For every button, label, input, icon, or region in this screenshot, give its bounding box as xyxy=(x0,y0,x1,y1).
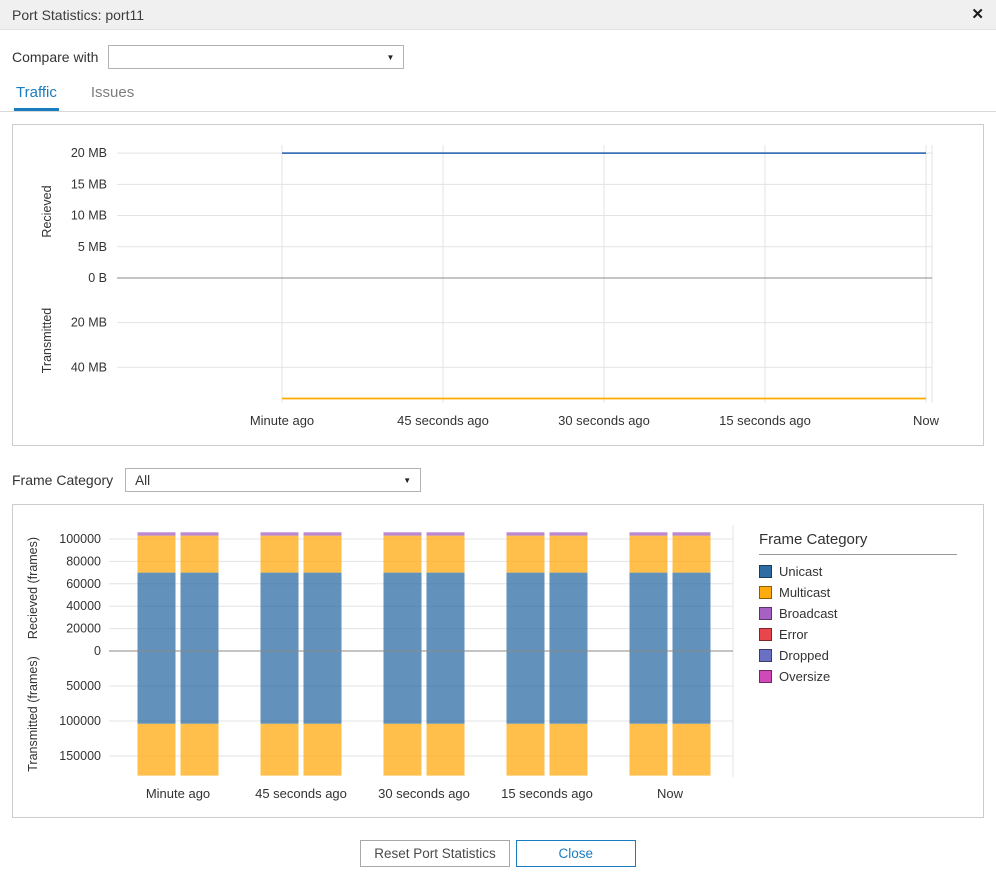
tab-traffic[interactable]: Traffic xyxy=(14,77,59,111)
legend-label: Dropped xyxy=(779,648,829,663)
dialog-title: Port Statistics: port11 xyxy=(12,7,144,23)
legend-swatch xyxy=(759,586,772,599)
legend-swatch xyxy=(759,670,772,683)
dialog-footer: Reset Port Statistics Close xyxy=(12,840,984,867)
svg-text:40000: 40000 xyxy=(66,599,101,613)
legend-item-unicast[interactable]: Unicast xyxy=(759,564,957,579)
svg-text:Minute ago: Minute ago xyxy=(146,786,210,801)
compare-with-label: Compare with xyxy=(12,49,98,65)
chevron-down-icon: ▼ xyxy=(386,53,394,62)
compare-with-row: Compare with ▼ xyxy=(12,45,984,69)
legend-item-oversize[interactable]: Oversize xyxy=(759,669,957,684)
frame-category-label: Frame Category xyxy=(12,472,113,488)
tab-issues[interactable]: Issues xyxy=(89,77,136,111)
chevron-down-icon: ▼ xyxy=(403,476,411,485)
legend-item-dropped[interactable]: Dropped xyxy=(759,648,957,663)
svg-text:30 seconds ago: 30 seconds ago xyxy=(378,786,470,801)
frames-chart-svg: 100000 80000 60000 40000 20000 0 50000 100000 15… xyxy=(17,511,759,811)
legend-label: Broadcast xyxy=(779,606,838,621)
dialog-content: Compare with ▼ Traffic Issues 20 MB 15 MB… xyxy=(0,45,996,867)
port-statistics-dialog: Port Statistics: port11 ✕ Compare with ▼… xyxy=(0,0,996,867)
legend-item-broadcast[interactable]: Broadcast xyxy=(759,606,957,621)
compare-with-dropdown[interactable]: ▼ xyxy=(108,45,404,69)
svg-text:30 seconds ago: 30 seconds ago xyxy=(558,413,650,428)
svg-text:Minute ago: Minute ago xyxy=(250,413,314,428)
svg-text:150000: 150000 xyxy=(59,749,101,763)
frame-category-row: Frame Category All ▼ xyxy=(12,468,984,492)
dialog-titlebar: Port Statistics: port11 ✕ xyxy=(0,0,996,30)
svg-text:20 MB: 20 MB xyxy=(71,146,107,160)
frame-category-value: All xyxy=(135,473,150,488)
svg-text:15 seconds ago: 15 seconds ago xyxy=(719,413,811,428)
svg-text:Recieved: Recieved xyxy=(40,185,54,237)
svg-text:100000: 100000 xyxy=(59,532,101,546)
svg-text:15 seconds ago: 15 seconds ago xyxy=(501,786,593,801)
svg-text:15 MB: 15 MB xyxy=(71,177,107,191)
close-icon[interactable]: ✕ xyxy=(971,7,984,22)
close-button[interactable]: Close xyxy=(516,840,636,867)
frame-category-dropdown[interactable]: All ▼ xyxy=(125,468,421,492)
svg-text:Now: Now xyxy=(657,786,684,801)
legend-label: Oversize xyxy=(779,669,830,684)
frames-chart-panel: 100000 80000 60000 40000 20000 0 50000 100000 15… xyxy=(12,504,984,818)
legend-label: Unicast xyxy=(779,564,822,579)
frame-category-legend: Frame Category Unicast Multicast Broadcast… xyxy=(759,531,957,690)
svg-text:10 MB: 10 MB xyxy=(71,209,107,223)
reset-port-statistics-button[interactable]: Reset Port Statistics xyxy=(360,840,510,867)
svg-text:80000: 80000 xyxy=(66,554,101,568)
svg-text:Recieved (frames): Recieved (frames) xyxy=(26,537,40,639)
legend-swatch xyxy=(759,565,772,578)
legend-items: Unicast Multicast Broadcast Error Dropped Ove… xyxy=(759,564,957,684)
legend-swatch xyxy=(759,649,772,662)
svg-text:45 seconds ago: 45 seconds ago xyxy=(397,413,489,428)
traffic-chart-svg: 20 MB 15 MB 10 MB 5 MB 20 MB 40 MB 0 B Minute a… xyxy=(17,131,979,439)
svg-text:5 MB: 5 MB xyxy=(78,240,107,254)
legend-swatch xyxy=(759,628,772,641)
legend-title: Frame Category xyxy=(759,531,957,555)
svg-text:100000: 100000 xyxy=(59,714,101,728)
legend-label: Error xyxy=(779,627,808,642)
legend-item-error[interactable]: Error xyxy=(759,627,957,642)
svg-text:50000: 50000 xyxy=(66,679,101,693)
svg-text:Transmitted (frames): Transmitted (frames) xyxy=(26,656,40,772)
svg-text:0: 0 xyxy=(94,644,101,658)
svg-text:Transmitted: Transmitted xyxy=(40,308,54,374)
svg-text:0 B: 0 B xyxy=(88,271,107,285)
svg-text:40 MB: 40 MB xyxy=(71,360,107,374)
svg-text:45 seconds ago: 45 seconds ago xyxy=(255,786,347,801)
traffic-chart-panel: 20 MB 15 MB 10 MB 5 MB 20 MB 40 MB 0 B Minute a… xyxy=(12,124,984,446)
svg-text:60000: 60000 xyxy=(66,577,101,591)
svg-text:20 MB: 20 MB xyxy=(71,316,107,330)
legend-swatch xyxy=(759,607,772,620)
tab-bar: Traffic Issues xyxy=(0,77,996,112)
svg-text:Now: Now xyxy=(913,413,940,428)
svg-text:20000: 20000 xyxy=(66,622,101,636)
legend-label: Multicast xyxy=(779,585,830,600)
legend-item-multicast[interactable]: Multicast xyxy=(759,585,957,600)
